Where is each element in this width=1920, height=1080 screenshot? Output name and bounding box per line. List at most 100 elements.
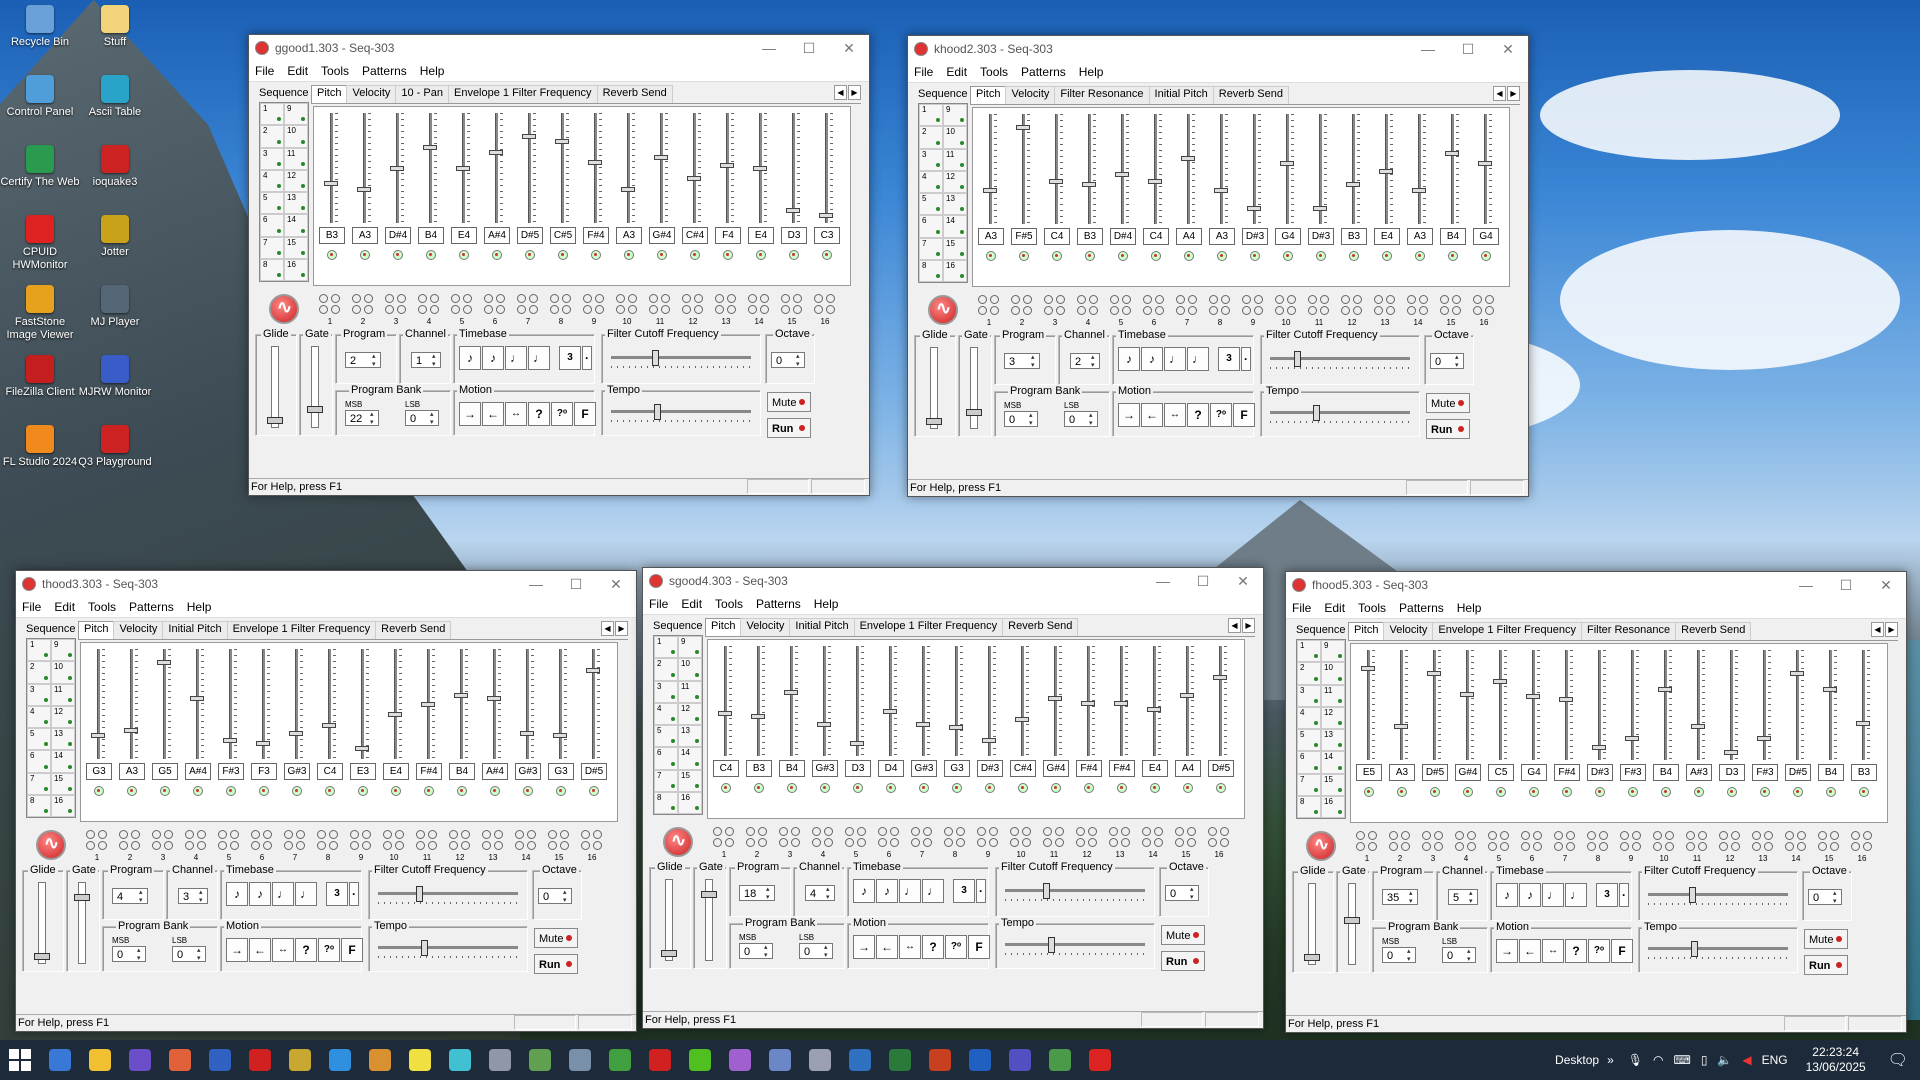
pitch-slider-thumb[interactable] [489, 149, 503, 155]
note-label[interactable]: D#5 [1208, 760, 1234, 777]
step-led[interactable] [360, 250, 370, 260]
timebase-note-icon[interactable]: ♪ [482, 346, 504, 370]
pitch-slider-thumb[interactable] [786, 207, 800, 213]
move-left-icon[interactable]: ← [1519, 939, 1541, 963]
timebase-note-icon[interactable]: ♩ [1542, 883, 1564, 907]
step-led[interactable] [492, 250, 502, 260]
octave-spinner[interactable]: 0 [1430, 353, 1464, 370]
pitch-slider-thumb[interactable] [1049, 179, 1063, 185]
note-label[interactable]: A3 [978, 228, 1004, 245]
step-led[interactable] [1382, 251, 1392, 261]
pitch-slider-thumb[interactable] [522, 134, 536, 139]
step-knob[interactable]: 1 [1354, 829, 1380, 865]
sequence-slot[interactable]: 8 [260, 258, 284, 281]
pitch-slider-thumb[interactable] [687, 176, 701, 181]
sequence-slot[interactable]: 16 [284, 258, 308, 281]
step-led[interactable] [523, 786, 533, 796]
menu-patterns[interactable]: Patterns [1399, 601, 1444, 615]
desktop-icon[interactable]: CPUID HWMonitor [0, 215, 80, 272]
desktop-icon[interactable]: Recycle Bin [0, 5, 80, 49]
pitch-slider-thumb[interactable] [1724, 749, 1738, 755]
sequence-slot[interactable]: 4 [27, 705, 51, 728]
note-label[interactable]: D#4 [1110, 228, 1136, 245]
menu-file[interactable]: File [1292, 601, 1311, 615]
sequence-slot[interactable]: 16 [943, 259, 967, 282]
tab-scroll-right-icon[interactable]: ▶ [1507, 86, 1520, 101]
sequence-slot[interactable]: 3 [919, 148, 943, 171]
pitch-slider-thumb[interactable] [1856, 721, 1870, 727]
sequence-slot[interactable]: 9 [678, 636, 702, 659]
filter-fader[interactable] [378, 886, 518, 902]
mute-button[interactable]: Mute [534, 928, 578, 948]
minimize-icon[interactable]: — [749, 40, 789, 56]
sequence-slot[interactable]: 12 [678, 702, 702, 725]
pitch-slider-thumb[interactable] [1213, 675, 1227, 681]
sequence-slot[interactable]: 2 [919, 126, 943, 149]
step-led[interactable] [1628, 787, 1638, 797]
step-led[interactable] [1349, 251, 1359, 261]
note-label[interactable]: G5 [152, 763, 178, 780]
note-label[interactable]: C#4 [682, 227, 708, 244]
step-led[interactable] [525, 250, 535, 260]
note-label[interactable]: G4 [1521, 764, 1547, 781]
step-knob[interactable]: 11 [647, 292, 673, 328]
tab[interactable]: Envelope 1 Filter Frequency [226, 621, 377, 639]
sequence-slot[interactable]: 12 [943, 170, 967, 193]
note-label[interactable]: B4 [1818, 764, 1844, 781]
note-label[interactable]: A#4 [482, 763, 508, 780]
pitch-slider-thumb[interactable] [1691, 723, 1705, 729]
tab[interactable]: Velocity [740, 618, 791, 636]
sequence-slot[interactable]: 2 [260, 125, 284, 148]
step-led[interactable] [160, 786, 170, 796]
menu-edit[interactable]: Edit [946, 65, 967, 79]
tab[interactable]: Reverb Send [1675, 622, 1752, 640]
title-bar[interactable]: ggood1.303 - Seq-303 — ☐ ✕ [249, 35, 869, 61]
channel-spinner[interactable]: 4 [805, 885, 835, 902]
gate-fader[interactable] [307, 346, 323, 428]
move-right-icon[interactable]: → [1496, 939, 1518, 963]
lsb-spinner[interactable]: 0 [1064, 411, 1098, 428]
mute-button[interactable]: Mute [1426, 393, 1470, 413]
move-left-icon[interactable]: ← [1141, 403, 1163, 427]
random-icon[interactable]: ? [1187, 403, 1209, 427]
step-led[interactable] [789, 250, 799, 260]
step-knob[interactable]: 6 [1141, 293, 1167, 329]
pitch-slider-thumb[interactable] [487, 696, 501, 702]
sequence-slot[interactable]: 5 [27, 728, 51, 751]
pitch-slider-thumb[interactable] [256, 741, 270, 747]
swap-icon[interactable]: ↔ [505, 402, 527, 426]
sequence-slot[interactable]: 3 [654, 680, 678, 703]
move-right-icon[interactable]: → [459, 402, 481, 426]
sequence-slot[interactable]: 10 [1321, 662, 1345, 685]
note-label[interactable]: G#4 [649, 227, 675, 244]
note-label[interactable]: E4 [1142, 760, 1168, 777]
pitch-slider-thumb[interactable] [1361, 665, 1375, 671]
step-led[interactable] [426, 250, 436, 260]
menu-file[interactable]: File [649, 597, 668, 611]
tab-scroll-left-icon[interactable]: ◀ [1228, 618, 1241, 633]
step-led[interactable] [1397, 787, 1407, 797]
step-knob[interactable]: 8 [315, 828, 341, 864]
pitch-slider-thumb[interactable] [388, 712, 402, 717]
step-led[interactable] [424, 786, 434, 796]
pitch-slider-thumb[interactable] [555, 139, 569, 145]
sequence-slot[interactable]: 13 [1321, 729, 1345, 752]
step-knob[interactable]: 11 [1041, 825, 1067, 861]
pitch-slider-thumb[interactable] [124, 727, 138, 733]
step-led[interactable] [94, 786, 104, 796]
move-right-icon[interactable]: → [853, 935, 875, 959]
tab-scroll-right-icon[interactable]: ▶ [1885, 622, 1898, 637]
step-knob[interactable]: 15 [779, 292, 805, 328]
step-led[interactable] [1217, 251, 1227, 261]
tempo-fader[interactable] [1005, 937, 1145, 953]
sequence-slot[interactable]: 6 [1297, 751, 1321, 774]
desktop-icon[interactable]: Certify The Web [0, 145, 80, 189]
taskbar-app-icon[interactable] [120, 1040, 160, 1080]
pitch-slider-thumb[interactable] [753, 165, 767, 171]
desktop-toolbar-label[interactable]: Desktop [1555, 1053, 1599, 1067]
timebase-note-icon[interactable]: ♩ [272, 882, 294, 906]
sequence-slot[interactable]: 15 [51, 772, 75, 795]
pitch-slider-thumb[interactable] [289, 730, 303, 736]
taskbar-app-icon[interactable] [400, 1040, 440, 1080]
step-led[interactable] [657, 250, 667, 260]
